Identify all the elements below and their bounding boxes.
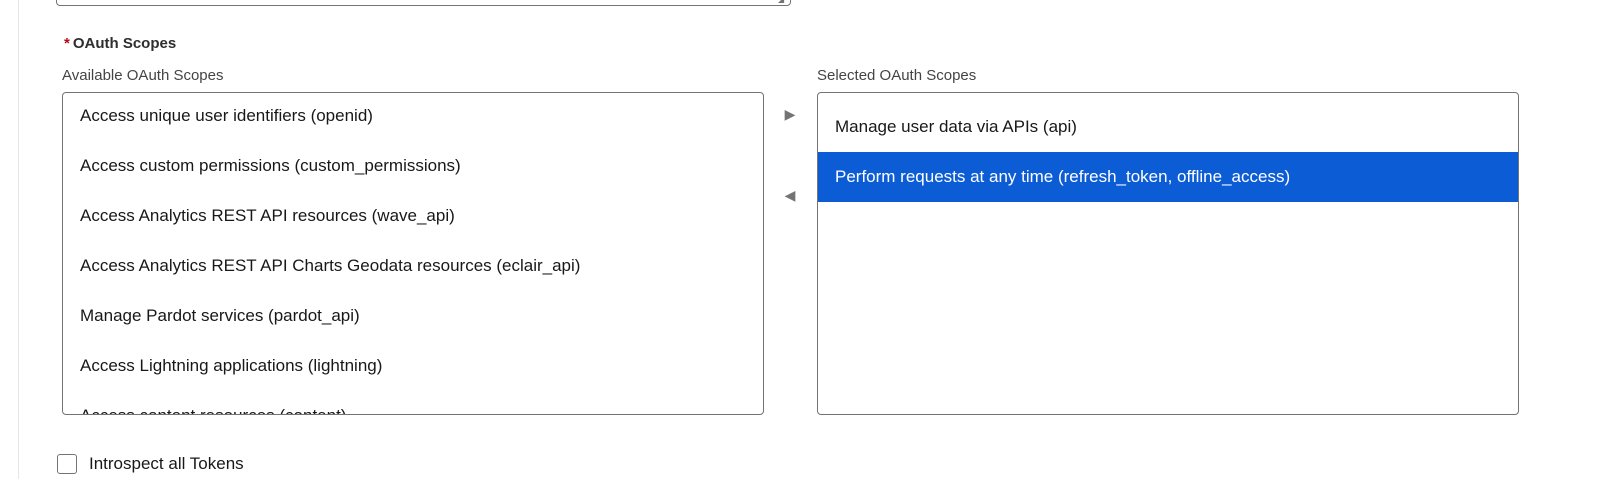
introspect-tokens-row[interactable]: Introspect all Tokens	[57, 454, 244, 474]
available-scope-option[interactable]: Access Analytics REST API Charts Geodata…	[63, 241, 763, 291]
oauth-scopes-title: OAuth Scopes	[72, 35, 177, 52]
resize-grip-icon[interactable]: ◢	[778, 0, 787, 4]
available-scope-option[interactable]: Manage Pardot services (pardot_api)	[63, 291, 763, 341]
move-to-available-button[interactable]: ◀	[779, 184, 801, 206]
oauth-scopes-label: * OAuth Scopes	[64, 35, 176, 52]
introspect-tokens-checkbox[interactable]	[57, 454, 77, 474]
required-indicator: *	[64, 35, 70, 52]
available-scope-option[interactable]: Access Analytics REST API resources (wav…	[63, 191, 763, 241]
selected-scope-option[interactable]: Manage user data via APIs (api)	[818, 102, 1518, 152]
introspect-tokens-label[interactable]: Introspect all Tokens	[89, 454, 244, 474]
available-scope-option[interactable]: Access content resources (content)	[63, 391, 763, 414]
available-scopes-listbox[interactable]: Access unique user identifiers (openid) …	[62, 92, 764, 415]
available-scopes-label: Available OAuth Scopes	[62, 67, 224, 84]
selected-scopes-label: Selected OAuth Scopes	[817, 67, 977, 84]
triangle-left-icon: ◀	[784, 186, 796, 203]
oauth-settings-section: ◢ * OAuth Scopes Available OAuth Scopes …	[0, 0, 1600, 479]
selected-scope-option-highlighted[interactable]: Perform requests at any time (refresh_to…	[818, 152, 1518, 202]
move-to-selected-button[interactable]: ▶	[779, 103, 801, 125]
previous-textarea[interactable]: ◢	[56, 0, 791, 6]
selected-scopes-listbox[interactable]: Manage user data via APIs (api) Perform …	[817, 92, 1519, 415]
section-divider	[18, 0, 19, 479]
available-scope-option[interactable]: Access unique user identifiers (openid)	[63, 93, 763, 141]
triangle-right-icon: ▶	[784, 105, 796, 122]
available-scope-option[interactable]: Access custom permissions (custom_permis…	[63, 141, 763, 191]
available-scope-option[interactable]: Access Lightning applications (lightning…	[63, 341, 763, 391]
